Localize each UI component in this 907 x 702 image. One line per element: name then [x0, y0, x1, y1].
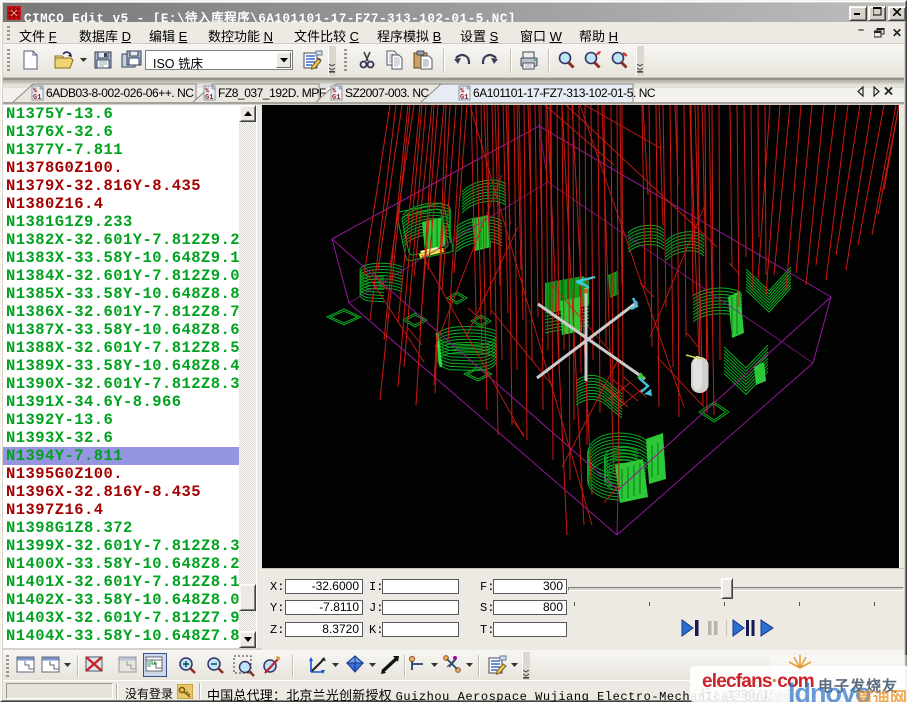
svg-text:FZ8_037_192D. MPF: FZ8_037_192D. MPF: [218, 86, 326, 100]
svg-text:SZ2007-003. NC: SZ2007-003. NC: [345, 86, 430, 100]
svg-text:G1: G1: [332, 94, 340, 102]
svg-text:6ADB03-8-002-026-06++. NC: 6ADB03-8-002-026-06++. NC: [46, 86, 194, 100]
svg-text:G1: G1: [33, 94, 41, 102]
svg-text:G1: G1: [460, 94, 468, 102]
svg-text:G1: G1: [205, 94, 213, 102]
svg-text:6A101101-17-FZ7-313-102-01-5.: 6A101101-17-FZ7-313-102-01-5. NC: [473, 86, 656, 100]
